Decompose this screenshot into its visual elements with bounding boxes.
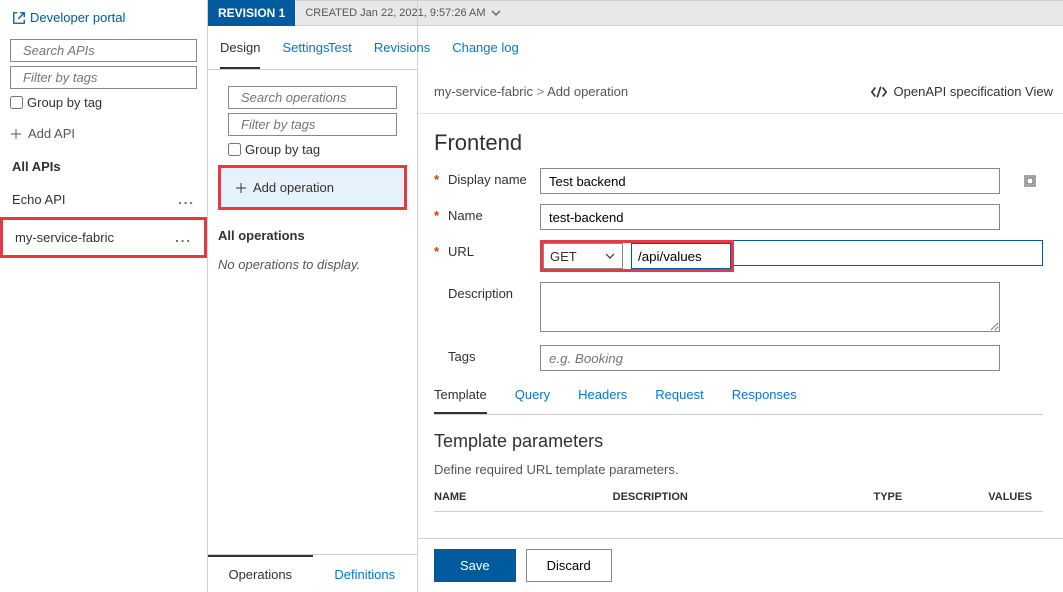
dev-portal-label: Developer portal — [30, 10, 125, 25]
openapi-spec-label: OpenAPI specification View — [894, 84, 1053, 99]
filter-operations-input[interactable] — [241, 117, 419, 132]
api-item-more-icon[interactable]: ... — [178, 192, 195, 207]
search-apis-box[interactable] — [10, 39, 197, 62]
tags-input[interactable] — [540, 345, 1000, 371]
filter-tags-input[interactable] — [23, 70, 201, 85]
url-label: URL — [448, 240, 540, 259]
tab-settings[interactable]: Settings — [282, 40, 329, 69]
url-row: * URL GET — [434, 240, 1043, 272]
search-apis-input[interactable] — [23, 43, 201, 58]
frontend-form: Frontend * Display name * Name * URL GET — [418, 114, 1063, 512]
api-item-service-fabric[interactable]: my-service-fabric ... — [0, 217, 207, 258]
breadcrumb: my-service-fabric > Add operation — [434, 84, 628, 99]
save-button[interactable]: Save — [434, 549, 516, 582]
bottom-tabs: Operations Definitions — [208, 554, 417, 592]
template-params-title: Template parameters — [434, 431, 1043, 452]
method-select[interactable]: GET — [543, 243, 623, 269]
discard-button[interactable]: Discard — [526, 549, 612, 582]
tags-label: Tags — [448, 345, 540, 364]
main-content: my-service-fabric > Add operation OpenAP… — [418, 26, 1063, 592]
display-name-input[interactable] — [540, 168, 1000, 194]
search-operations-input[interactable] — [241, 90, 419, 105]
add-api-label: Add API — [28, 126, 75, 141]
btab-definitions[interactable]: Definitions — [313, 555, 418, 592]
add-operation-label: Add operation — [253, 180, 334, 195]
param-tabs: Template Query Headers Request Responses — [434, 387, 1043, 415]
group-ops-checkbox[interactable] — [228, 143, 241, 156]
description-label: Description — [448, 282, 540, 301]
edit-icon[interactable] — [1023, 174, 1037, 188]
left-sidebar: Developer portal Group by tag Add API Al… — [0, 0, 208, 592]
group-by-tag-option[interactable]: Group by tag — [10, 95, 197, 110]
required-marker: * — [434, 240, 448, 259]
chevron-down-icon — [604, 252, 616, 260]
operations-panel: Design Settings Group by tag Add operati… — [208, 0, 418, 592]
openapi-spec-link[interactable]: OpenAPI specification View — [870, 84, 1053, 99]
developer-portal-link[interactable]: Developer portal — [0, 0, 207, 35]
group-ops-label: Group by tag — [245, 142, 320, 157]
breadcrumb-separator: > — [537, 84, 548, 99]
required-marker: * — [434, 204, 448, 223]
ptab-template[interactable]: Template — [434, 387, 487, 414]
plus-icon — [10, 128, 22, 140]
breadcrumb-api[interactable]: my-service-fabric — [434, 84, 533, 99]
no-operations-message: No operations to display. — [218, 257, 407, 272]
th-values: VALUES — [988, 491, 1043, 503]
add-operation-button[interactable]: Add operation — [218, 165, 407, 210]
api-item-label: my-service-fabric — [15, 230, 114, 245]
all-operations-header: All operations — [218, 228, 407, 243]
tab-design[interactable]: Design — [220, 40, 260, 69]
name-input[interactable] — [540, 204, 1000, 230]
display-name-label: Display name — [448, 168, 540, 187]
all-apis-header: All APIs — [12, 159, 195, 174]
save-bar: Save Discard — [418, 538, 1063, 592]
plus-icon — [235, 182, 247, 194]
external-link-icon — [12, 11, 26, 25]
add-api-button[interactable]: Add API — [10, 126, 197, 141]
group-by-label: Group by tag — [27, 95, 102, 110]
ptab-request[interactable]: Request — [655, 387, 703, 414]
description-row: * Description — [434, 282, 1043, 335]
th-type: TYPE — [873, 491, 928, 503]
th-name: NAME — [434, 491, 553, 503]
btab-operations[interactable]: Operations — [208, 555, 313, 592]
breadcrumb-action: Add operation — [547, 84, 628, 99]
api-item-more-icon[interactable]: ... — [175, 230, 192, 245]
filter-tags-box[interactable] — [10, 66, 197, 89]
code-icon — [870, 85, 888, 99]
display-name-row: * Display name — [434, 168, 1043, 194]
breadcrumb-bar: my-service-fabric > Add operation OpenAP… — [418, 70, 1063, 114]
group-by-checkbox[interactable] — [10, 96, 23, 109]
filter-operations-box[interactable] — [228, 113, 397, 136]
chevron-down-icon — [490, 9, 502, 17]
url-path-input[interactable] — [631, 243, 731, 269]
search-operations-box[interactable] — [228, 86, 397, 109]
name-label: Name — [448, 204, 540, 223]
group-ops-by-tag[interactable]: Group by tag — [228, 142, 397, 157]
description-textarea[interactable] — [540, 282, 1000, 332]
tags-row: * Tags — [434, 345, 1043, 371]
required-marker: * — [434, 168, 448, 187]
operations-inner: Group by tag Add operation All operation… — [208, 70, 417, 284]
tab-test[interactable]: Test — [328, 40, 352, 55]
ptab-responses[interactable]: Responses — [732, 387, 797, 414]
template-params-desc: Define required URL template parameters. — [434, 462, 1043, 477]
name-row: * Name — [434, 204, 1043, 230]
th-description: DESCRIPTION — [613, 491, 814, 503]
url-extra-input[interactable] — [734, 240, 1043, 266]
api-item-label: Echo API — [12, 192, 65, 207]
frontend-title: Frontend — [434, 130, 1043, 156]
ptab-query[interactable]: Query — [515, 387, 550, 414]
params-table-header: NAME DESCRIPTION TYPE VALUES — [434, 491, 1043, 512]
api-item-echo[interactable]: Echo API ... — [0, 182, 207, 217]
ptab-headers[interactable]: Headers — [578, 387, 627, 414]
method-value: GET — [550, 249, 577, 264]
